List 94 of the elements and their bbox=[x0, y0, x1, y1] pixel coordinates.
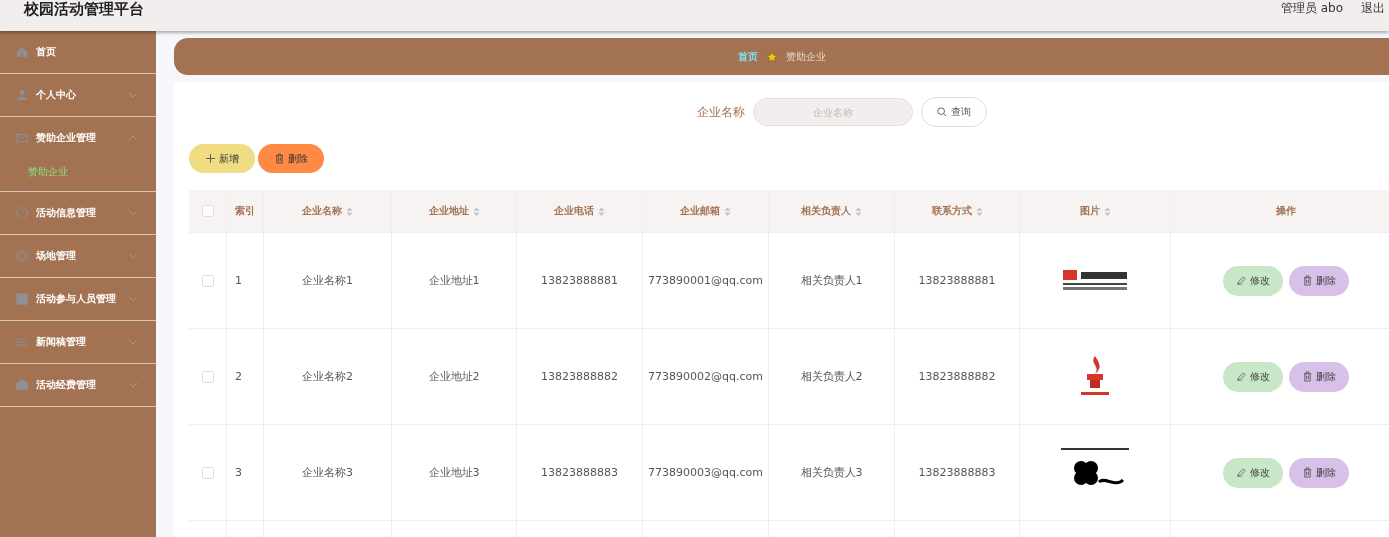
case-icon bbox=[16, 379, 28, 391]
sort-icon bbox=[1103, 206, 1111, 216]
menu-label: 赞助企业管理 bbox=[36, 131, 97, 145]
menu-item[interactable]: 新闻稿管理 bbox=[0, 321, 156, 363]
menu-label: 活动信息管理 bbox=[36, 206, 97, 220]
delete-button[interactable]: 删除 bbox=[1289, 457, 1349, 488]
column-header[interactable]: 企业名称 bbox=[264, 190, 392, 232]
chevron-icon bbox=[128, 92, 138, 98]
column-header: 索引 bbox=[227, 190, 264, 232]
sort-icon bbox=[346, 206, 353, 216]
row-checkbox[interactable] bbox=[201, 466, 214, 479]
mail-icon bbox=[16, 132, 28, 144]
select-all-checkbox[interactable] bbox=[201, 205, 214, 217]
pencil-icon bbox=[1236, 468, 1246, 477]
menu-item[interactable]: 首页 bbox=[0, 31, 156, 73]
menu-label: 活动参与人员管理 bbox=[36, 292, 117, 306]
table-cell: 773890001@qq.com bbox=[643, 233, 769, 328]
table-cell: 13823888882 bbox=[517, 329, 643, 424]
sort-icon bbox=[724, 206, 731, 216]
trash-icon bbox=[1302, 275, 1312, 286]
column-header[interactable]: 企业地址 bbox=[392, 190, 517, 232]
delete-button[interactable]: 删除 bbox=[1289, 265, 1349, 296]
column-header[interactable]: 企业电话 bbox=[517, 190, 643, 232]
edit-button[interactable]: 修改 bbox=[1223, 457, 1283, 488]
home-icon bbox=[16, 46, 28, 58]
chevron-icon bbox=[128, 253, 138, 259]
table-cell: 企业地址3 bbox=[392, 425, 517, 520]
menu-label: 首页 bbox=[36, 45, 57, 59]
add-button[interactable]: 新增 bbox=[189, 144, 255, 173]
trash-icon bbox=[274, 153, 284, 164]
app-title: 校园活动管理平台 bbox=[24, 0, 144, 19]
table-cell: 2 bbox=[227, 329, 264, 424]
row-checkbox[interactable] bbox=[201, 370, 214, 383]
table-cell: 13823888883 bbox=[895, 425, 1020, 520]
menu-label: 个人中心 bbox=[36, 88, 77, 102]
sort-icon bbox=[472, 206, 480, 216]
column-header[interactable]: 企业邮箱 bbox=[643, 190, 769, 232]
table-cell: 企业名称3 bbox=[264, 425, 392, 520]
user-icon bbox=[16, 89, 28, 101]
chevron-icon bbox=[128, 339, 138, 345]
chevron-icon bbox=[128, 135, 138, 141]
menu-item[interactable]: 场地管理 bbox=[0, 235, 156, 277]
table-cell: 3 bbox=[227, 425, 264, 520]
chevron-icon bbox=[128, 382, 138, 388]
user-name: 管理员 abo bbox=[1280, 0, 1343, 17]
sort-icon bbox=[598, 206, 605, 216]
table-cell: 相关负责人2 bbox=[769, 329, 895, 424]
table-cell: 773890003@qq.com bbox=[643, 425, 769, 520]
chevron-icon bbox=[128, 296, 138, 302]
menu-item[interactable]: 活动参与人员管理 bbox=[0, 278, 156, 320]
search-button[interactable]: 查询 bbox=[920, 97, 987, 127]
pencil-icon bbox=[1236, 372, 1246, 381]
table-cell: 相关负责人1 bbox=[769, 233, 895, 328]
trash-icon bbox=[1302, 467, 1312, 478]
table-cell: 企业名称2 bbox=[264, 329, 392, 424]
delete-button[interactable]: 删除 bbox=[258, 144, 324, 173]
table-cell: 773890002@qq.com bbox=[643, 329, 769, 424]
table-cell: 相关负责人3 bbox=[769, 425, 895, 520]
star-icon bbox=[765, 50, 778, 63]
column-header[interactable]: 图片 bbox=[1020, 190, 1171, 232]
menu-item[interactable]: 活动信息管理 bbox=[0, 192, 156, 234]
column-header[interactable]: 相关负责人 bbox=[769, 190, 895, 232]
row-checkbox[interactable] bbox=[201, 274, 214, 287]
compass-icon bbox=[16, 207, 28, 219]
pencil-icon bbox=[1236, 276, 1246, 285]
search-icon bbox=[936, 107, 947, 117]
plus-icon bbox=[205, 154, 215, 163]
menu-item[interactable]: 活动经费管理 bbox=[0, 364, 156, 406]
trash-icon bbox=[1302, 371, 1312, 382]
delete-button[interactable]: 删除 bbox=[1289, 361, 1349, 392]
table-cell: 企业名称1 bbox=[264, 233, 392, 328]
table-cell: 企业地址1 bbox=[392, 233, 517, 328]
sort-icon bbox=[975, 206, 983, 216]
column-header: 操作 bbox=[1171, 190, 1389, 232]
logout-link[interactable]: 退出 bbox=[1361, 0, 1389, 17]
menu-label: 活动经费管理 bbox=[36, 378, 97, 392]
breadcrumb-item[interactable]: 首页 bbox=[737, 49, 758, 64]
table-cell: 1 bbox=[227, 233, 264, 328]
edit-button[interactable]: 修改 bbox=[1223, 361, 1283, 392]
menu-label: 场地管理 bbox=[36, 249, 77, 263]
sort-icon bbox=[855, 206, 862, 216]
table-cell: 13823888881 bbox=[517, 233, 643, 328]
table-cell: 13823888881 bbox=[895, 233, 1020, 328]
column-header[interactable]: 联系方式 bbox=[895, 190, 1020, 232]
edit-button[interactable]: 修改 bbox=[1223, 265, 1283, 296]
menu-label: 新闻稿管理 bbox=[36, 335, 87, 349]
table-cell: 13823888883 bbox=[517, 425, 643, 520]
menu-item[interactable]: 个人中心 bbox=[0, 74, 156, 116]
table-cell: 企业地址2 bbox=[392, 329, 517, 424]
chevron-icon bbox=[128, 210, 138, 216]
ring-icon bbox=[16, 250, 28, 262]
breadcrumb-item: 赞助企业 bbox=[785, 49, 826, 64]
table-cell: 13823888882 bbox=[895, 329, 1020, 424]
search-label: 企业名称 bbox=[696, 103, 745, 121]
